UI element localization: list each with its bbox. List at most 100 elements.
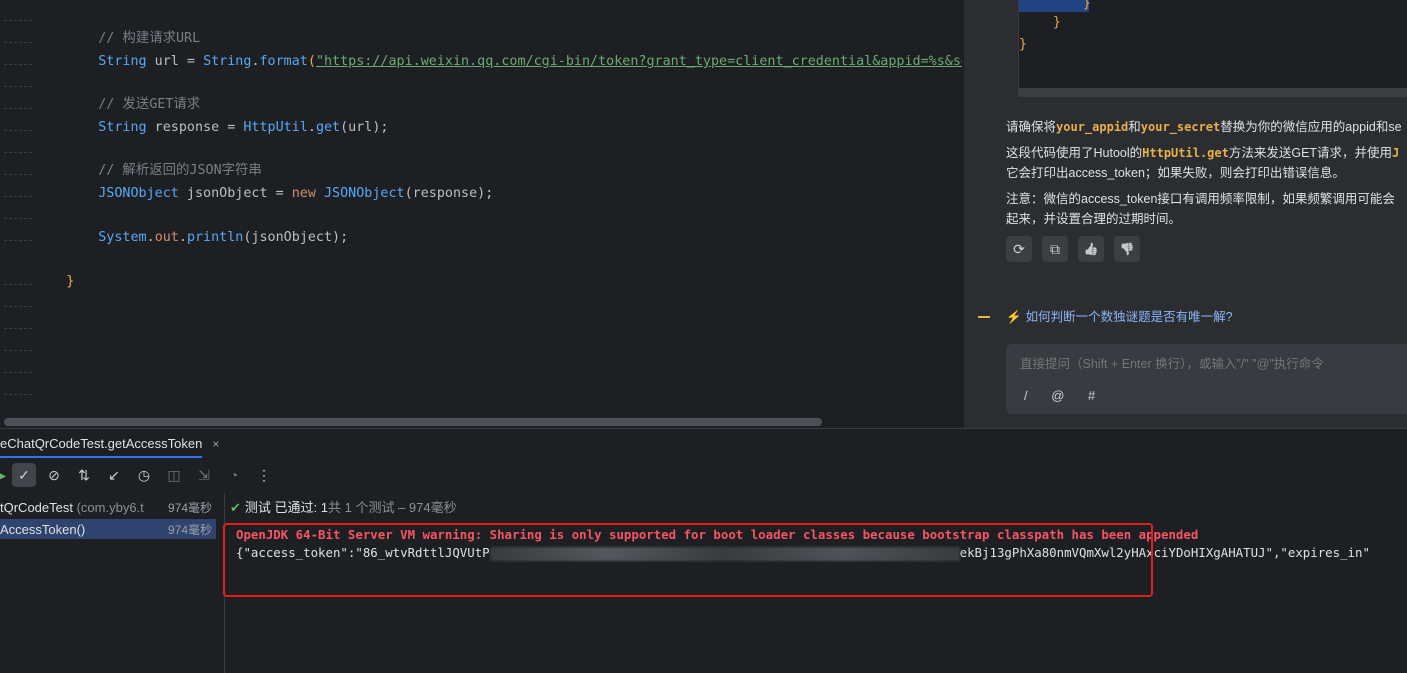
test-tree-row[interactable]: AccessToken() 974毫秒 — [0, 519, 216, 539]
indent-guide — [4, 394, 32, 395]
code-args: (response); — [404, 186, 494, 201]
run-toolbar: ▶ ✓ ⊘ ⇅ ↙ ◷ ◫ ⇲ ◔ ⋮ — [0, 461, 276, 489]
code-dot: . — [178, 230, 187, 245]
code-fn: println — [186, 230, 244, 245]
sort-button[interactable]: ⇅ — [72, 463, 96, 487]
collapse-button[interactable]: ↙ — [102, 463, 126, 487]
history-button[interactable]: ◷ — [132, 463, 156, 487]
thumbs-up-icon: 👍 — [1083, 242, 1099, 256]
code-url-string[interactable]: "https://api.weixin.qq.com/cgi-bin/token… — [316, 54, 962, 69]
inline-code: your_appid — [1056, 120, 1129, 134]
indent-guide — [4, 306, 32, 307]
ignored-icon: ⊘ — [48, 466, 60, 483]
highlight-annotation-box — [223, 523, 1153, 597]
like-button[interactable]: 👍 — [1078, 236, 1104, 262]
indent-guide — [4, 20, 32, 21]
code-dot: . — [251, 54, 260, 69]
code-var: jsonObject = — [178, 186, 292, 201]
test-status-bar: ✔ 测试 已通过: 1共 1 个测试 – 974毫秒 — [230, 497, 457, 516]
chat-input[interactable] — [1018, 352, 1402, 376]
indent-guide — [4, 372, 32, 373]
import-button[interactable]: ⇲ — [192, 463, 216, 487]
code-var: response = — [146, 120, 244, 135]
code-editor[interactable]: // 构建请求URL String url = String.format("h… — [0, 0, 962, 428]
ai-answer-para2-cont: 它会打印出access_token；如果失败，则会打印出错误信息。 — [1006, 166, 1345, 180]
code-type: System — [98, 230, 147, 245]
close-icon[interactable]: × — [212, 437, 219, 451]
dislike-button[interactable]: 👎 — [1114, 236, 1140, 262]
code-type: String — [203, 54, 252, 69]
code-block-scrollbar[interactable] — [1019, 88, 1407, 96]
code-type: JSONObject — [315, 186, 405, 201]
ai-answer-para2: 这段代码使用了Hutool的HttpUtil.get方法来发送GET请求，并使用… — [1006, 142, 1399, 161]
coverage-button[interactable]: ◔ — [222, 463, 246, 487]
status-detail: 共 1 个测试 – 974毫秒 — [327, 500, 457, 515]
code-type: HttpUtil — [243, 120, 308, 135]
indent-guide — [4, 218, 32, 219]
indent-guide — [4, 240, 32, 241]
indent-guide — [4, 86, 32, 87]
inline-code: your_secret — [1140, 120, 1221, 134]
indent-guide — [4, 152, 32, 153]
indent-guide — [4, 130, 32, 131]
indent-guide — [4, 64, 32, 65]
passed-check-icon: ✔ — [230, 500, 241, 515]
test-tree: tQrCodeTest (com.yby6.t 974毫秒 AccessToke… — [0, 493, 225, 673]
chat-input-box: / @ # — [1006, 344, 1407, 414]
copy-icon: ⧉ — [1050, 240, 1060, 257]
text-span: 这段代码使用了Hutool的 — [1006, 146, 1143, 160]
run-tab[interactable]: eChatQrCodeTest.getAccessToken × — [0, 429, 219, 459]
chat-tool-shortcuts[interactable]: / @ # — [1024, 388, 1105, 403]
code-brace: } — [66, 274, 75, 289]
camera-icon: ◫ — [167, 466, 181, 483]
checkmark-icon: ✓ — [18, 466, 30, 483]
code-dot: . — [307, 120, 316, 135]
rerun-button[interactable]: ▶ — [0, 463, 6, 487]
inline-code: HttpUtil.get — [1142, 146, 1229, 160]
copy-button[interactable]: ⧉ — [1042, 236, 1068, 262]
indent-guide — [4, 174, 32, 175]
code-var: url = — [146, 54, 204, 69]
more-icon: ⋮ — [257, 466, 271, 483]
code-type: String — [98, 54, 147, 69]
code-dot: . — [146, 230, 155, 245]
code-line-brace: } — [34, 255, 74, 309]
more-button[interactable]: ⋮ — [252, 463, 276, 487]
suggested-question-text: 如何判断一个数独谜题是否有唯一解? — [1025, 310, 1233, 324]
test-tree-row[interactable]: tQrCodeTest (com.yby6.t 974毫秒 — [0, 497, 216, 517]
show-ignored-button[interactable]: ⊘ — [42, 463, 66, 487]
screenshot-button[interactable]: ◫ — [162, 463, 186, 487]
indent-guide — [4, 42, 32, 43]
indent-guide — [4, 108, 32, 109]
code-line-println: System.out.println(jsonObject); — [66, 211, 348, 265]
suggested-question-link[interactable]: ⚡ 如何判断一个数独谜题是否有唯一解? — [1006, 306, 1233, 325]
code-type: String — [98, 120, 147, 135]
code-brace: } — [1083, 0, 1091, 11]
ai-answer-para1: 请确保将your_appid和your_secret替换为你的微信应用的appi… — [1006, 116, 1402, 135]
code-keyword: new — [291, 186, 316, 201]
horizontal-scrollbar[interactable] — [4, 418, 822, 426]
code-args: (url); — [340, 120, 389, 135]
code-selection-highlight — [1019, 0, 1089, 12]
import-icon: ⇲ — [198, 466, 210, 483]
inline-code: J — [1392, 146, 1400, 160]
collapse-icon: ↙ — [108, 466, 120, 483]
regenerate-button[interactable]: ⟳ — [1006, 236, 1032, 262]
indent-guide — [4, 350, 32, 351]
code-paren: ( — [307, 54, 316, 69]
code-line-url: String url = String.format("https://api.… — [66, 35, 962, 89]
text-span: 替换为你的微信应用的appid和se — [1220, 120, 1402, 134]
code-fn: get — [315, 120, 341, 135]
run-tab-label[interactable]: eChatQrCodeTest.getAccessToken — [0, 430, 203, 458]
test-duration: 974毫秒 — [167, 522, 212, 537]
ai-answer-para3: 注意：微信的access_token接口有调用频率限制，如果频繁调用可能会 — [1006, 192, 1395, 206]
ai-assistant-panel: } } } 请确保将your_appid和your_secret替换为你的微信应… — [963, 0, 1407, 428]
thumbs-down-icon: 👎 — [1119, 242, 1135, 256]
rerun-icon: ▶ — [0, 466, 6, 483]
gauge-icon: ◔ — [229, 467, 239, 483]
lightning-icon: ⚡ — [1006, 310, 1022, 324]
status-label: 测试 已通过: — [244, 500, 321, 515]
test-class-name: tQrCodeTest — [0, 499, 73, 515]
indent-guide — [4, 196, 32, 197]
show-passed-button[interactable]: ✓ — [12, 463, 36, 487]
